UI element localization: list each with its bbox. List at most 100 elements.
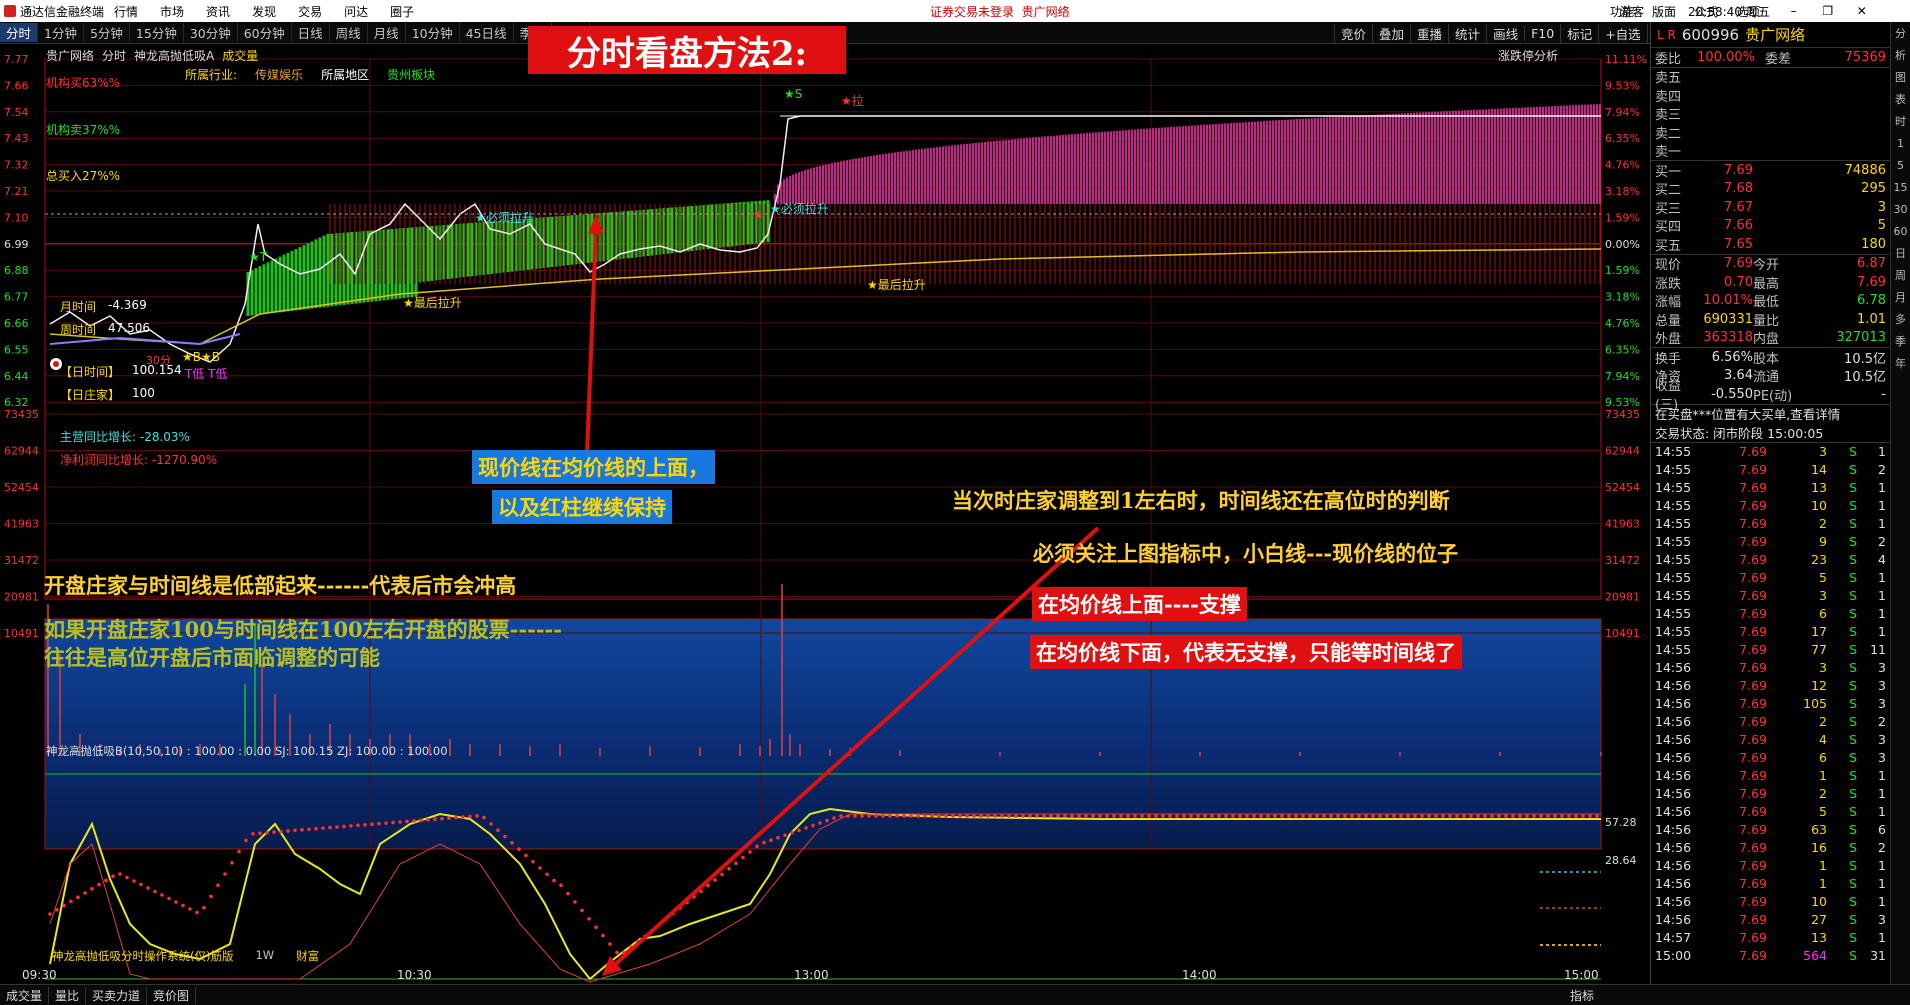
side-tool-icon[interactable]: 时 — [1891, 110, 1910, 132]
stat-label: 现价 — [1655, 258, 1682, 274]
stock-code[interactable]: 600996 — [1682, 26, 1739, 44]
osc-dot — [888, 814, 892, 818]
side-tool-icon[interactable]: 分 — [1891, 22, 1910, 44]
menu-item[interactable]: 发现 — [252, 3, 276, 20]
period-tab[interactable]: 分时 — [0, 23, 39, 42]
tick-cell: 14:56 — [1655, 786, 1692, 801]
tick-cell: S — [1849, 480, 1857, 495]
maximize-icon[interactable]: ❐ — [1818, 4, 1838, 18]
side-tool-icon[interactable]: 图 — [1891, 66, 1910, 88]
sell-level: 卖五 — [1651, 68, 1890, 86]
tool-auction[interactable]: 竞价 — [1334, 23, 1372, 43]
tick-cell: 2 — [1819, 516, 1827, 531]
period-tab[interactable]: 月线 — [368, 23, 406, 42]
guest-label[interactable]: 游客 — [1620, 3, 1644, 20]
osc-dot — [1490, 814, 1494, 818]
login-notice[interactable]: 证券交易未登录 贵广网络 — [930, 3, 1070, 20]
period-tab[interactable]: 1分钟 — [38, 23, 84, 42]
menu-item[interactable]: 市场 — [160, 3, 184, 20]
tick-cell: S — [1849, 876, 1857, 891]
osc-dot — [755, 844, 759, 849]
period-tab[interactable]: 周线 — [330, 23, 368, 42]
menu-item[interactable]: 资讯 — [206, 3, 230, 20]
annotation-7b: 往往是高位开盘后市面临调整的可能 — [44, 645, 380, 670]
tick-cell: 14:56 — [1655, 660, 1692, 675]
period-tab[interactable]: 30分钟 — [184, 23, 238, 42]
close-icon[interactable]: ✕ — [1852, 4, 1872, 18]
tick-cell: 14:56 — [1655, 894, 1692, 909]
rise-fall-analysis[interactable]: 涨跌停分析 — [1498, 47, 1558, 64]
osc-dot — [1301, 814, 1305, 818]
period-tab[interactable]: 45日线 — [460, 23, 514, 42]
tool-replay[interactable]: 重播 — [1410, 23, 1448, 43]
level-price: 7.65 — [1724, 236, 1753, 252]
menu-item[interactable]: 行情 — [114, 3, 138, 20]
side-tool-icon[interactable]: 30 — [1891, 198, 1910, 220]
tool-add-favorite[interactable]: +自选 — [1598, 23, 1646, 43]
menu-item[interactable]: 圈子 — [390, 3, 414, 20]
period-tab[interactable]: 60分钟 — [238, 23, 292, 42]
period-tab[interactable]: 5分钟 — [84, 23, 130, 42]
side-tool-icon[interactable]: 5 — [1891, 154, 1910, 176]
chart-indicator[interactable]: 神龙高抛低吸A — [134, 47, 214, 64]
osc-dot — [1357, 814, 1361, 818]
side-tool-icon[interactable]: 周 — [1891, 264, 1910, 286]
price-tick: 6.55 — [4, 343, 29, 356]
stat-row: 涨幅 10.01% 最低 6.78 — [1651, 292, 1890, 310]
bottom-tab-auction[interactable]: 竞价图 — [147, 986, 197, 1004]
tick-row: 14:56 7.69 6 S 3 — [1651, 749, 1890, 767]
side-tool-icon[interactable]: 析 — [1891, 44, 1910, 66]
day-time-row: 【日时间】 100.154 — [60, 363, 182, 380]
app-brand: 通达信金融终端 — [0, 3, 104, 20]
tick-cell: S — [1849, 624, 1857, 639]
side-tool-icon[interactable]: 60 — [1891, 220, 1910, 242]
tool-draw[interactable]: 画线 — [1486, 23, 1524, 43]
osc-dot — [923, 814, 927, 818]
side-tool-icon[interactable]: 多 — [1891, 308, 1910, 330]
tick-row: 14:55 7.69 3 S 1 — [1651, 443, 1890, 461]
tick-cell: 7.69 — [1739, 642, 1767, 657]
level-label: 卖三 — [1655, 108, 1682, 124]
stock-name[interactable]: 贵广网络 — [1745, 24, 1805, 45]
osc-header: 神龙高抛低吸B(10,50,10) : 100.00 : 0.00 SJ: 10… — [46, 744, 448, 758]
menu-item[interactable]: 交易 — [298, 3, 322, 20]
period-tab[interactable]: 15分钟 — [130, 23, 184, 42]
bottom-tab-bidask[interactable]: 买卖力道 — [86, 986, 148, 1004]
menu-item[interactable]: 问达 — [344, 3, 368, 20]
tool-overlay[interactable]: 叠加 — [1372, 23, 1410, 43]
day-time-label: 【日时间】 — [60, 365, 121, 379]
tick-list[interactable]: 14:55 7.69 3 S 1 14:55 7.69 14 S 2 14:55 7.69 13 S 1 14… — [1651, 443, 1890, 965]
bottom-indicator[interactable]: 指标 — [1570, 987, 1594, 1004]
stat-label: 股本 — [1753, 351, 1780, 367]
osc-dot — [384, 821, 388, 825]
side-tool-icon[interactable]: 1 — [1891, 132, 1910, 154]
osc-dot — [1203, 814, 1207, 818]
month-time-value: -4.369 — [108, 298, 147, 312]
side-tool-icon[interactable]: 日 — [1891, 242, 1910, 264]
bottom-tab-volratio[interactable]: 量比 — [49, 986, 87, 1004]
side-tool-icon[interactable]: 年 — [1891, 352, 1910, 374]
tool-mark[interactable]: 标记 — [1560, 23, 1598, 43]
tick-cell: 1 — [1878, 480, 1886, 495]
tick-row: 14:55 7.69 2 S 1 — [1651, 515, 1890, 533]
bottom-tab-volume[interactable]: 成交量 — [0, 986, 50, 1004]
tick-cell: 1 — [1819, 768, 1827, 783]
side-tool-icon[interactable]: 15 — [1891, 176, 1910, 198]
tick-cell: 12 — [1811, 678, 1827, 693]
level-label: 买二 — [1655, 183, 1682, 199]
big-order-msg[interactable]: 在买盘***位置有大买单,查看详情 — [1651, 405, 1890, 424]
annotation-6: 开盘庄家与时间线是低部起来------代表后市会冲高 — [44, 573, 517, 598]
tick-cell: 4 — [1819, 732, 1827, 747]
period-tab[interactable]: 日线 — [292, 23, 330, 42]
buy-level: 买二 7.68 295 — [1651, 180, 1890, 199]
tick-row: 14:56 7.69 1 S 1 — [1651, 767, 1890, 785]
tool-stats[interactable]: 统计 — [1448, 23, 1486, 43]
side-tool-icon[interactable]: 季 — [1891, 330, 1910, 352]
side-tool-icon[interactable]: 月 — [1891, 286, 1910, 308]
period-tab[interactable]: 10分钟 — [406, 23, 460, 42]
minimize-icon[interactable]: – — [1784, 4, 1804, 18]
tool-f10[interactable]: F10 — [1524, 25, 1560, 41]
osc-dot — [538, 866, 542, 870]
side-tool-icon[interactable]: 表 — [1891, 88, 1910, 110]
tick-cell: 7.69 — [1739, 516, 1767, 531]
